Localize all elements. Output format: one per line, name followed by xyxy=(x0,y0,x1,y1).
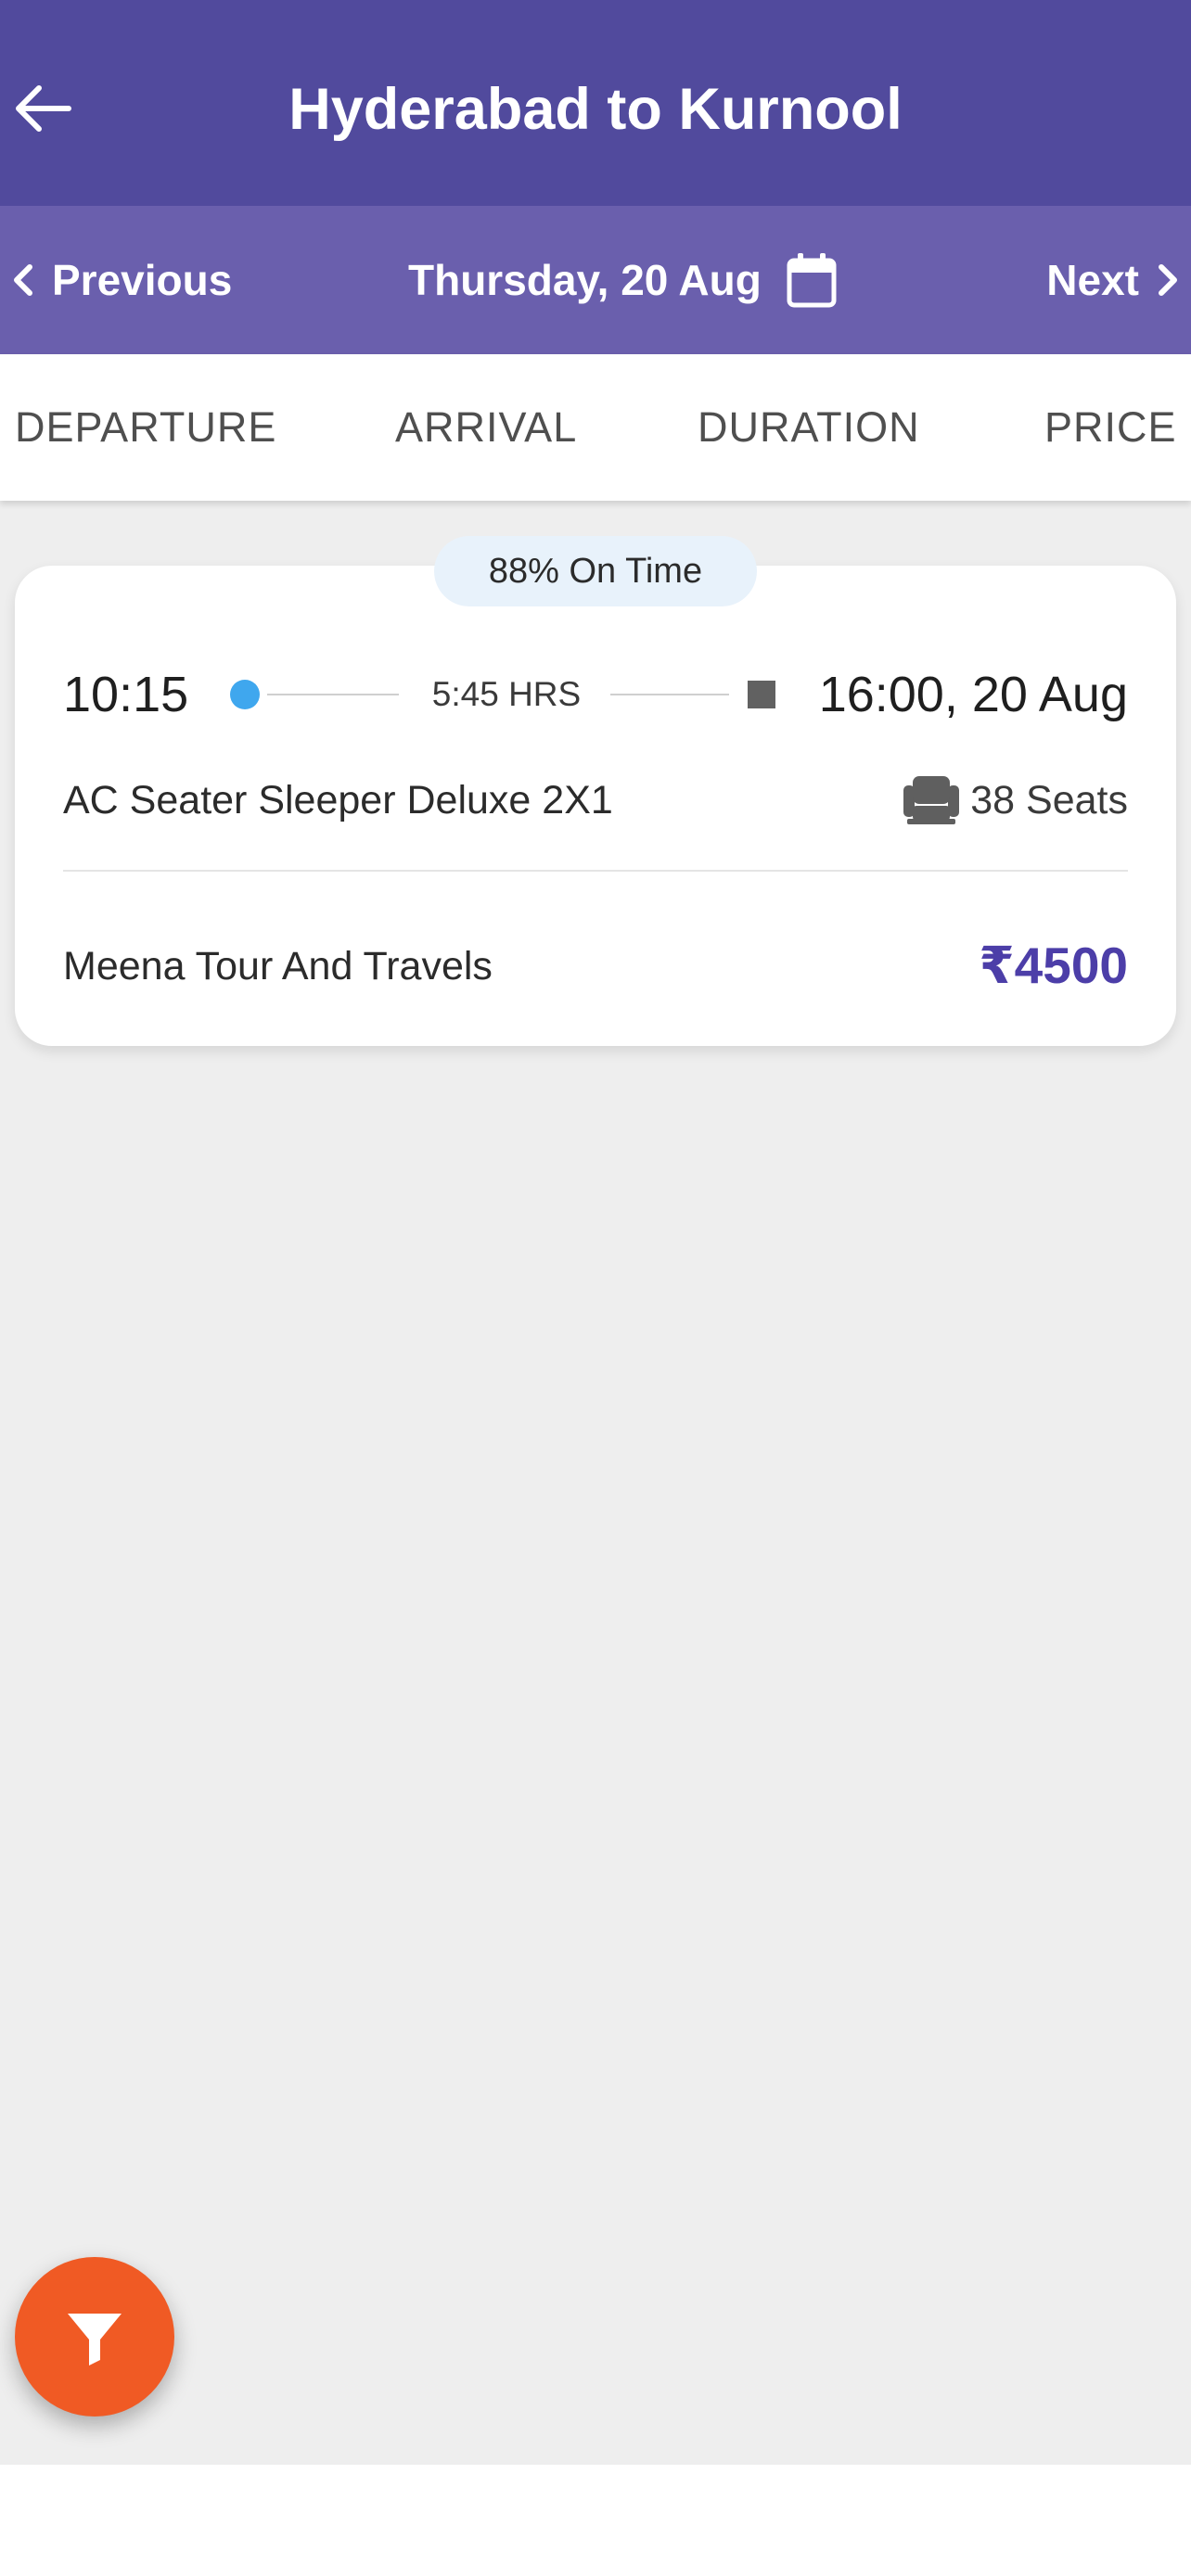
chevron-left-icon xyxy=(14,264,32,296)
previous-day-button[interactable]: Previous xyxy=(7,234,232,326)
date-navigation-bar: Previous Thursday, 20 Aug Next xyxy=(0,206,1191,354)
app-header: Hyderabad to Kurnool xyxy=(0,0,1191,206)
arrival-time: 16:00, 20 Aug xyxy=(818,667,1128,722)
arrow-left-icon xyxy=(16,85,71,132)
results-list: 88% On Time 10:15 5:45 HRS 16:00, 20 Aug… xyxy=(0,501,1191,2465)
next-label: Next xyxy=(1046,256,1139,304)
filter-icon xyxy=(68,2314,122,2366)
route-line xyxy=(610,694,729,695)
seat-icon xyxy=(902,772,961,828)
page-title: Hyderabad to Kurnool xyxy=(288,77,903,142)
on-time-badge: 88% On Time xyxy=(434,536,757,606)
selected-date: Thursday, 20 Aug xyxy=(408,256,762,304)
seats-available: 38 Seats xyxy=(902,772,1128,829)
sort-bar: DEPARTURE ARRIVAL DURATION PRICE xyxy=(0,354,1191,501)
departure-time: 10:15 xyxy=(63,667,189,722)
bus-result-card[interactable]: 10:15 5:45 HRS 16:00, 20 Aug AC Seater S… xyxy=(15,566,1176,1046)
calendar-icon xyxy=(786,251,838,309)
card-divider xyxy=(63,870,1128,872)
date-picker-button[interactable]: Thursday, 20 Aug xyxy=(408,234,838,326)
arrival-square-icon xyxy=(748,681,775,708)
route-line xyxy=(267,694,399,695)
departure-dot-icon xyxy=(230,680,260,709)
sort-tab-duration[interactable]: DURATION xyxy=(698,354,920,501)
bottom-safe-area xyxy=(0,2465,1191,2576)
sort-tab-departure[interactable]: DEPARTURE xyxy=(15,354,276,501)
sort-tab-arrival[interactable]: ARRIVAL xyxy=(395,354,577,501)
back-button[interactable] xyxy=(0,57,83,159)
previous-label: Previous xyxy=(52,256,233,304)
next-day-button[interactable]: Next xyxy=(1046,234,1184,326)
sort-tab-price[interactable]: PRICE xyxy=(1044,354,1177,501)
chevron-right-icon xyxy=(1159,264,1177,296)
fare-price: ₹4500 xyxy=(979,937,1128,994)
seats-count: 38 Seats xyxy=(970,777,1128,823)
filter-button[interactable] xyxy=(15,2257,174,2417)
trip-duration: 5:45 HRS xyxy=(431,675,582,713)
operator-name: Meena Tour And Travels xyxy=(63,943,493,988)
bus-type: AC Seater Sleeper Deluxe 2X1 xyxy=(63,777,613,823)
